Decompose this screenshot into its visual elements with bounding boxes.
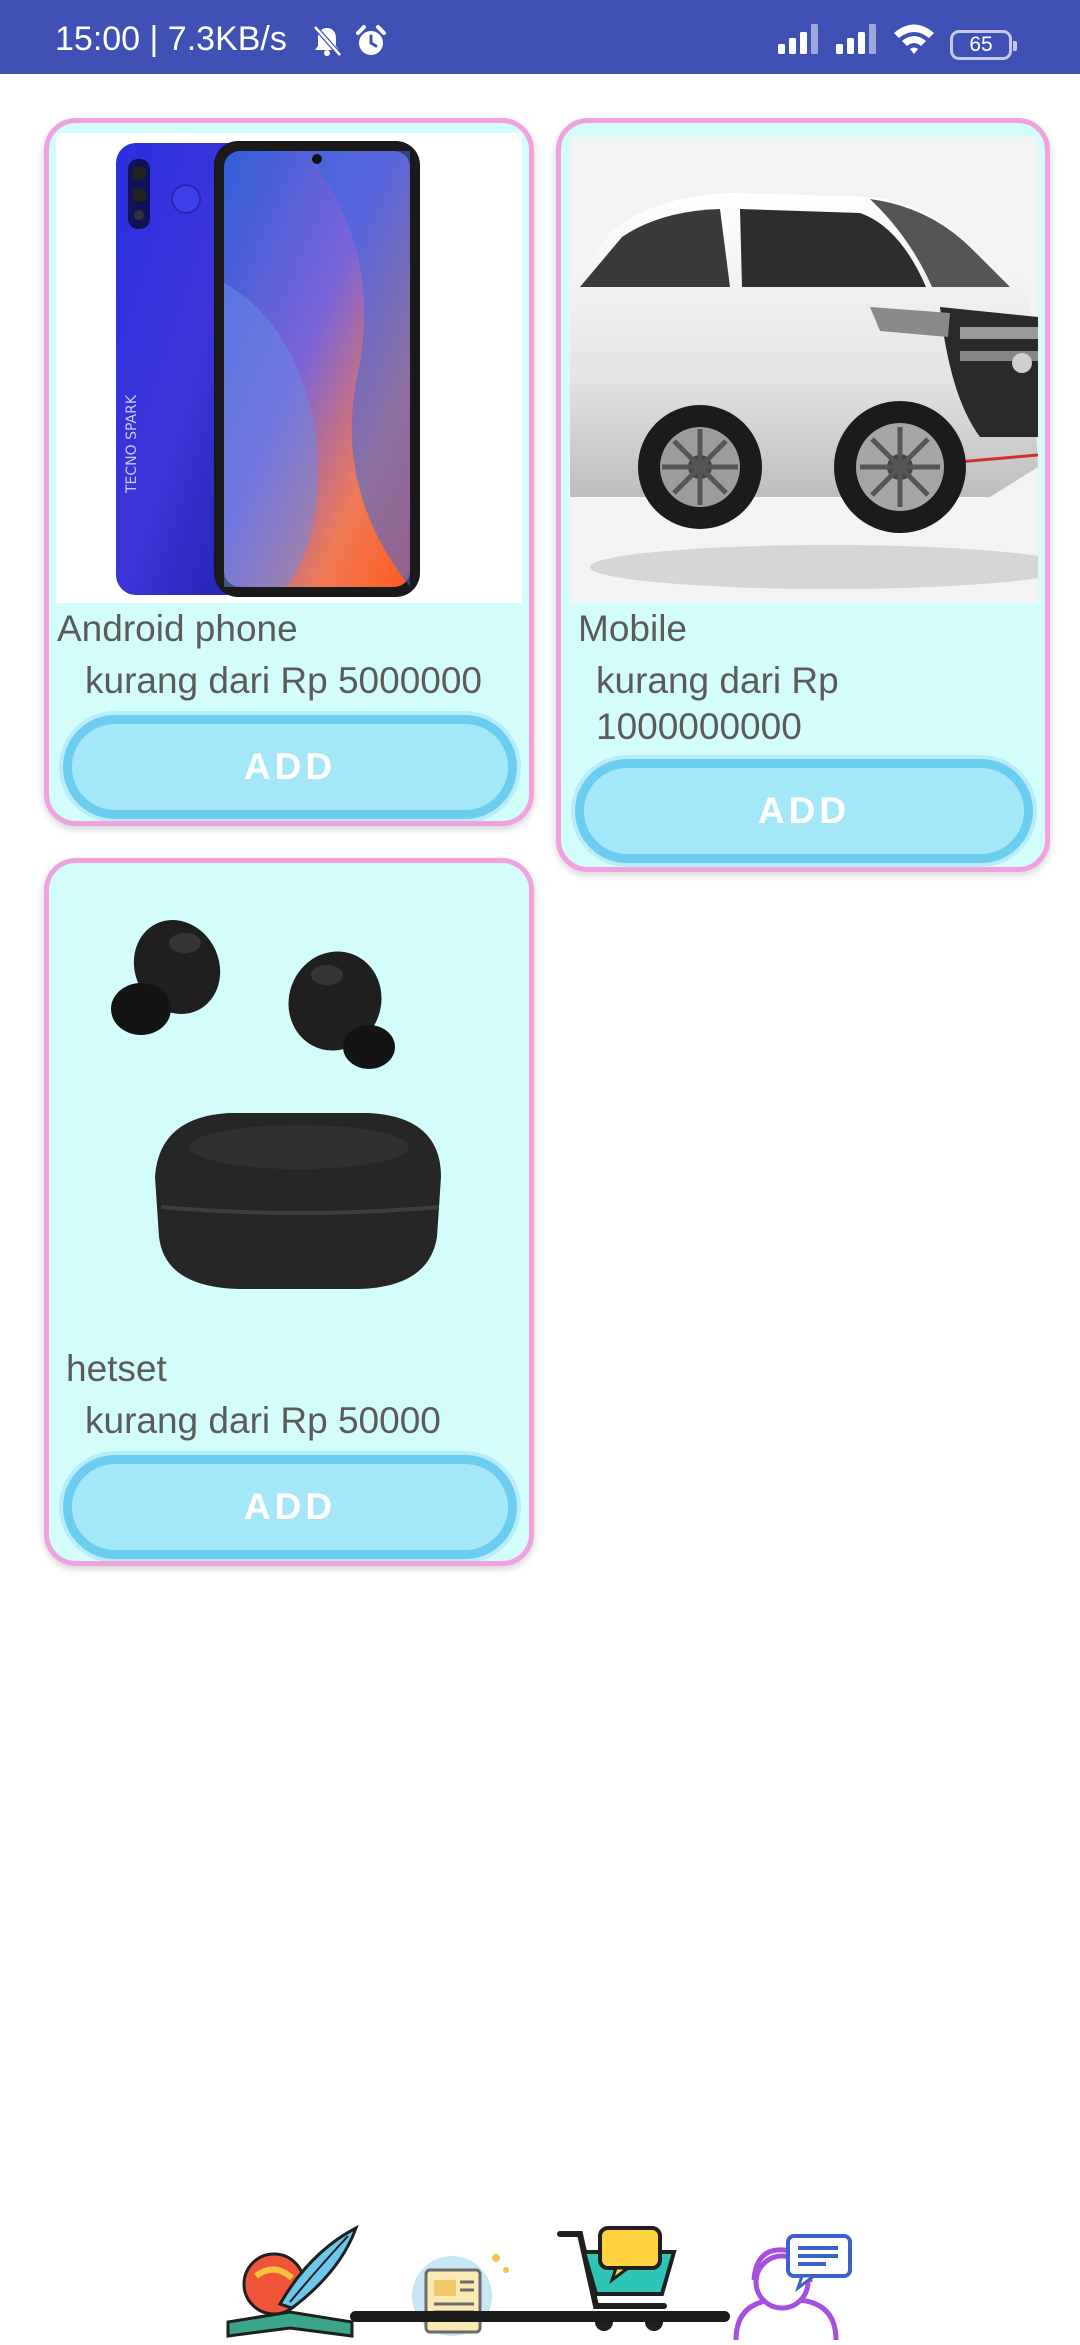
home-indicator[interactable] (350, 2311, 730, 2322)
status-bar: 15:00 | 7.3KB/s 65 (0, 0, 1080, 74)
cart-chat-icon[interactable] (556, 2224, 686, 2340)
support-agent-icon[interactable] (726, 2230, 856, 2341)
newspaper-icon[interactable] (396, 2240, 516, 2340)
alarm-icon (354, 24, 388, 63)
status-time: 15:00 | 7.3KB/s (55, 20, 287, 58)
product-price: kurang dari Rp 50000 (85, 1400, 441, 1441)
product-name: Mobile (578, 608, 687, 649)
product-card: TECNO SPARK Android phone kurang dari Rp… (44, 118, 534, 826)
signal-icon (778, 24, 824, 59)
product-card: Mobile kurang dari Rp 1000000000 ADD (556, 118, 1050, 872)
bell-off-icon (310, 24, 344, 63)
svg-text:TECNO SPARK: TECNO SPARK (124, 394, 140, 494)
earbuds-image (69, 877, 515, 1317)
product-price: kurang dari Rp 5000000 (85, 660, 483, 701)
add-button[interactable]: ADD (575, 759, 1033, 863)
add-button[interactable]: ADD (63, 715, 517, 819)
product-name: Android phone (57, 608, 298, 649)
product-card: hetset kurang dari Rp 50000 ADD (44, 858, 534, 1566)
battery-level: 65 (950, 30, 1017, 60)
product-name: hetset (66, 1348, 167, 1389)
battery-icon: 65 (950, 30, 1017, 60)
book-quill-icon[interactable] (220, 2222, 360, 2340)
add-button[interactable]: ADD (63, 1455, 517, 1559)
product-price: kurang dari Rp 1000000000 (596, 660, 839, 747)
car-image (570, 137, 1038, 603)
smartphone-image: TECNO SPARK (56, 133, 522, 603)
signal-icon (836, 24, 882, 59)
wifi-icon (892, 22, 936, 61)
